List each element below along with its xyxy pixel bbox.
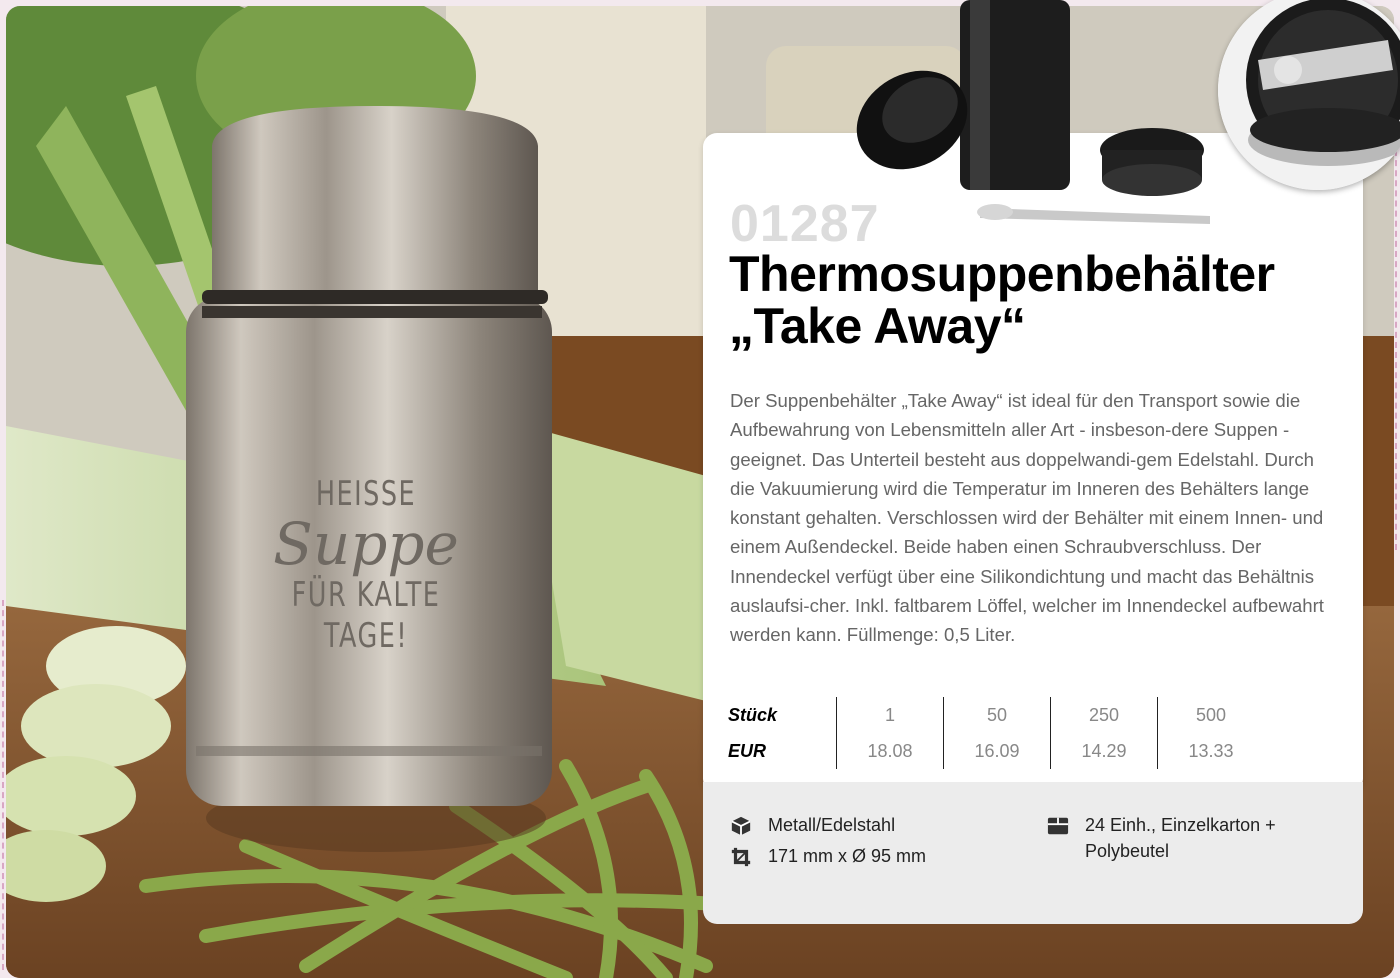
price-cell: 18.08	[836, 733, 944, 769]
engraving-text: HEISSE Suppe FÜR KALTE TAGE!	[256, 474, 476, 656]
price-cell: 16.09	[943, 733, 1051, 769]
eur-label: EUR	[728, 740, 767, 761]
box-icon	[731, 816, 751, 836]
quantity-cell: 500	[1157, 697, 1264, 733]
product-title-line1: Thermosuppenbehälter	[729, 246, 1275, 302]
package-icon	[1047, 817, 1069, 835]
crop-icon	[731, 847, 751, 867]
spec-packaging-line2: Polybeutel	[1085, 841, 1170, 861]
engraving-line4: TAGE!	[323, 616, 409, 656]
spec-packaging-line1: 24 Einh., Einzelkarton +	[1085, 815, 1276, 835]
article-number: 01287	[730, 195, 880, 253]
product-parts-image	[856, 0, 1210, 224]
price-cell: 13.33	[1157, 733, 1264, 769]
quantity-cell: 1	[836, 697, 944, 733]
engraving-line2: Suppe	[273, 510, 459, 578]
spec-material-text: Metall/Edelstahl	[768, 815, 896, 835]
decorative-dashed-line-right	[1395, 150, 1397, 550]
quantity-cell: 250	[1050, 697, 1158, 733]
product-title-line2: „Take Away“	[729, 298, 1026, 354]
price-table: Stück 1 50 250 500 EUR 18.08 16.09 14.29…	[728, 697, 1264, 769]
price-table-row-eur: EUR 18.08 16.09 14.29 13.33	[728, 733, 1264, 769]
product-title: Thermosuppenbehälter „Take Away“	[729, 248, 1349, 352]
spec-dimensions-text: 171 mm x Ø 95 mm	[768, 846, 927, 866]
spec-packaging-text: 24 Einh., Einzelkarton + Polybeutel	[1085, 812, 1276, 864]
price-cell: 14.29	[1050, 733, 1158, 769]
engraving-line1: HEISSE	[315, 474, 417, 514]
quantity-label: Stück	[728, 704, 778, 725]
engraving-line3: FÜR KALTE	[291, 575, 441, 615]
decorative-dashed-line-left	[2, 600, 4, 970]
product-description: Der Suppenbehälter „Take Away“ ist ideal…	[730, 390, 1324, 646]
quantity-cell: 50	[943, 697, 1051, 733]
price-table-row-quantity: Stück 1 50 250 500	[728, 697, 1264, 733]
